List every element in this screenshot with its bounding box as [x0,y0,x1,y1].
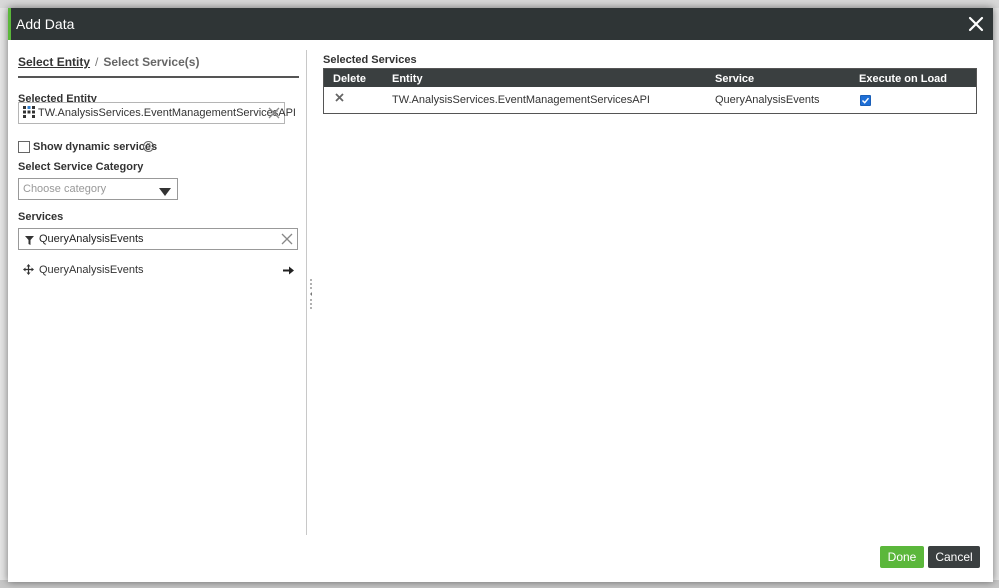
background-page-top [0,0,999,8]
background-page-left [0,8,8,588]
entity-icon [23,106,35,121]
close-icon[interactable] [965,13,987,35]
service-category-select[interactable]: Choose category [18,178,178,200]
step-select-services[interactable]: Select Service(s) [103,55,199,69]
cancel-button[interactable]: Cancel [928,546,980,568]
done-button[interactable]: Done [880,546,924,568]
category-placeholder: Choose category [23,183,107,195]
show-dynamic-services-label: Show dynamic services [33,141,158,153]
dialog-title: Add Data [16,16,75,32]
dialog-titlebar: Add Data [8,8,993,40]
col-entity[interactable]: Entity [392,73,423,85]
services-filter-value: QueryAnalysisEvents [39,233,144,245]
step-select-entity[interactable]: Select Entity [18,55,90,69]
col-execute-on-load[interactable]: Execute on Load [859,73,947,85]
service-category-label: Select Service Category [18,161,144,173]
filter-icon [25,234,34,248]
col-delete[interactable]: Delete [333,73,366,85]
splitter-grip-icon[interactable] [309,278,313,310]
row-entity: TW.AnalysisServices.EventManagementServi… [392,94,650,106]
background-page-right [993,8,999,588]
left-panel: Select Entity / Select Service(s) Selected… [18,40,300,550]
add-service-arrow-icon[interactable] [283,264,294,278]
col-service[interactable]: Service [715,73,754,85]
delete-row-icon[interactable] [335,93,344,105]
move-icon[interactable] [23,264,34,278]
service-name: QueryAnalysisEvents [39,264,144,276]
titlebar-accent [8,8,11,40]
table-header: Delete Entity Service Execute on Load [324,69,976,87]
step-breadcrumb: Select Entity / Select Service(s) [18,55,299,78]
services-label: Services [18,211,64,223]
execute-on-load-checkbox[interactable] [860,95,871,106]
panel-splitter[interactable] [306,50,307,535]
selected-services-title: Selected Services [323,54,417,66]
selected-entity-field[interactable]: TW.AnalysisServices.EventManagementServi… [18,102,296,124]
clear-filter-icon[interactable] [281,233,293,248]
add-data-dialog: Add Data Select Entity / Select Service(s)… [8,8,993,582]
table-row[interactable]: TW.AnalysisServices.EventManagementServi… [324,87,976,113]
step-separator: / [95,55,99,69]
show-dynamic-services-checkbox[interactable] [18,141,30,153]
help-icon[interactable]: ? [143,141,154,152]
services-filter-input[interactable]: QueryAnalysisEvents [18,228,298,250]
service-list-item[interactable]: QueryAnalysisEvents [18,262,298,280]
row-service: QueryAnalysisEvents [715,94,820,106]
clear-entity-icon[interactable] [268,107,280,122]
dropdown-arrow-icon [159,185,171,199]
selected-entity-value: TW.AnalysisServices.EventManagementServi… [38,107,296,119]
selected-services-table: Delete Entity Service Execute on Load TW… [323,68,977,114]
